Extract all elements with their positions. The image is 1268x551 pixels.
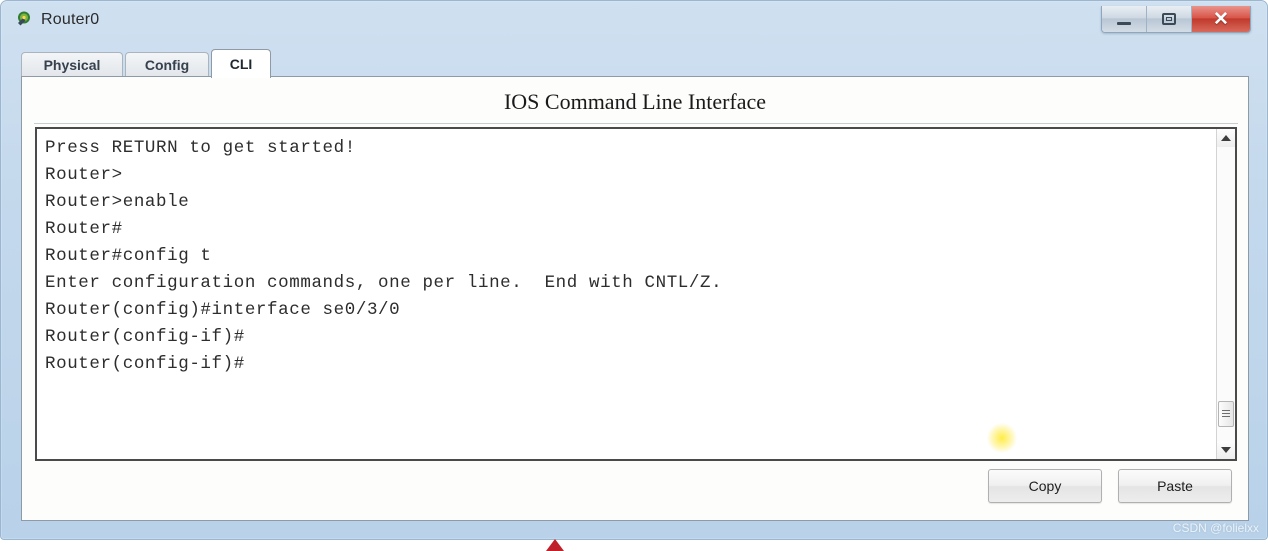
terminal-line: Enter configuration commands, one per li… [45,273,723,293]
maximize-icon [1162,13,1176,25]
scroll-down-triangle [1221,447,1231,453]
window-controls: ✕ [1101,6,1251,33]
scroll-up-icon[interactable] [1217,129,1235,147]
terminal-container: Press RETURN to get started! Router> Rou… [35,127,1237,461]
tab-strip: Physical Config CLI [21,49,1249,78]
tab-config[interactable]: Config [125,52,209,77]
heading-divider [34,123,1238,124]
window-title: Router0 [41,10,100,28]
terminal-line: Router> [45,165,123,185]
terminal-line: Router#config t [45,246,212,266]
page-title: IOS Command Line Interface [503,89,767,114]
scrollbar-grip-icon [1222,409,1230,419]
tab-physical-label: Physical [43,57,101,73]
terminal-line: Router(config-if)# [45,327,245,347]
router-cli-window: Router0 ✕ Physical Config CLI IOS Comman… [0,0,1268,540]
paste-button[interactable]: Paste [1118,469,1232,503]
terminal-line: Press RETURN to get started! [45,138,356,158]
minimize-button[interactable] [1102,6,1147,32]
watermark: CSDN @folielxx [1172,521,1259,535]
copy-button-label: Copy [1028,478,1062,494]
action-button-row: Copy Paste [988,469,1232,503]
pointer-marker-icon [546,539,564,551]
tab-cli[interactable]: CLI [211,49,271,78]
tab-config-label: Config [144,57,190,73]
cli-content-panel: IOS Command Line Interface Press RETURN … [21,76,1249,521]
window-title-group: Router0 [15,10,99,29]
minimize-icon [1117,21,1131,25]
terminal-line: Router(config)#interface se0/3/0 [45,300,401,320]
maximize-button[interactable] [1147,6,1192,32]
close-icon: ✕ [1213,8,1229,30]
paste-button-label: Paste [1157,478,1193,494]
copy-button[interactable]: Copy [988,469,1102,503]
router-icon [15,10,34,29]
scroll-down-icon[interactable] [1217,441,1235,459]
close-button[interactable]: ✕ [1192,6,1250,32]
scrollbar-thumb[interactable] [1218,401,1234,427]
window-titlebar: Router0 ✕ [1,1,1267,41]
terminal-scrollbar[interactable] [1216,129,1235,459]
scroll-up-triangle [1221,135,1231,141]
tab-cli-label: CLI [229,56,253,72]
terminal-line: Router>enable [45,192,190,212]
terminal-line: Router# [45,219,123,239]
tab-physical[interactable]: Physical [21,52,123,77]
terminal-output[interactable]: Press RETURN to get started! Router> Rou… [37,129,1216,459]
terminal-line: Router(config-if)# [45,354,245,374]
